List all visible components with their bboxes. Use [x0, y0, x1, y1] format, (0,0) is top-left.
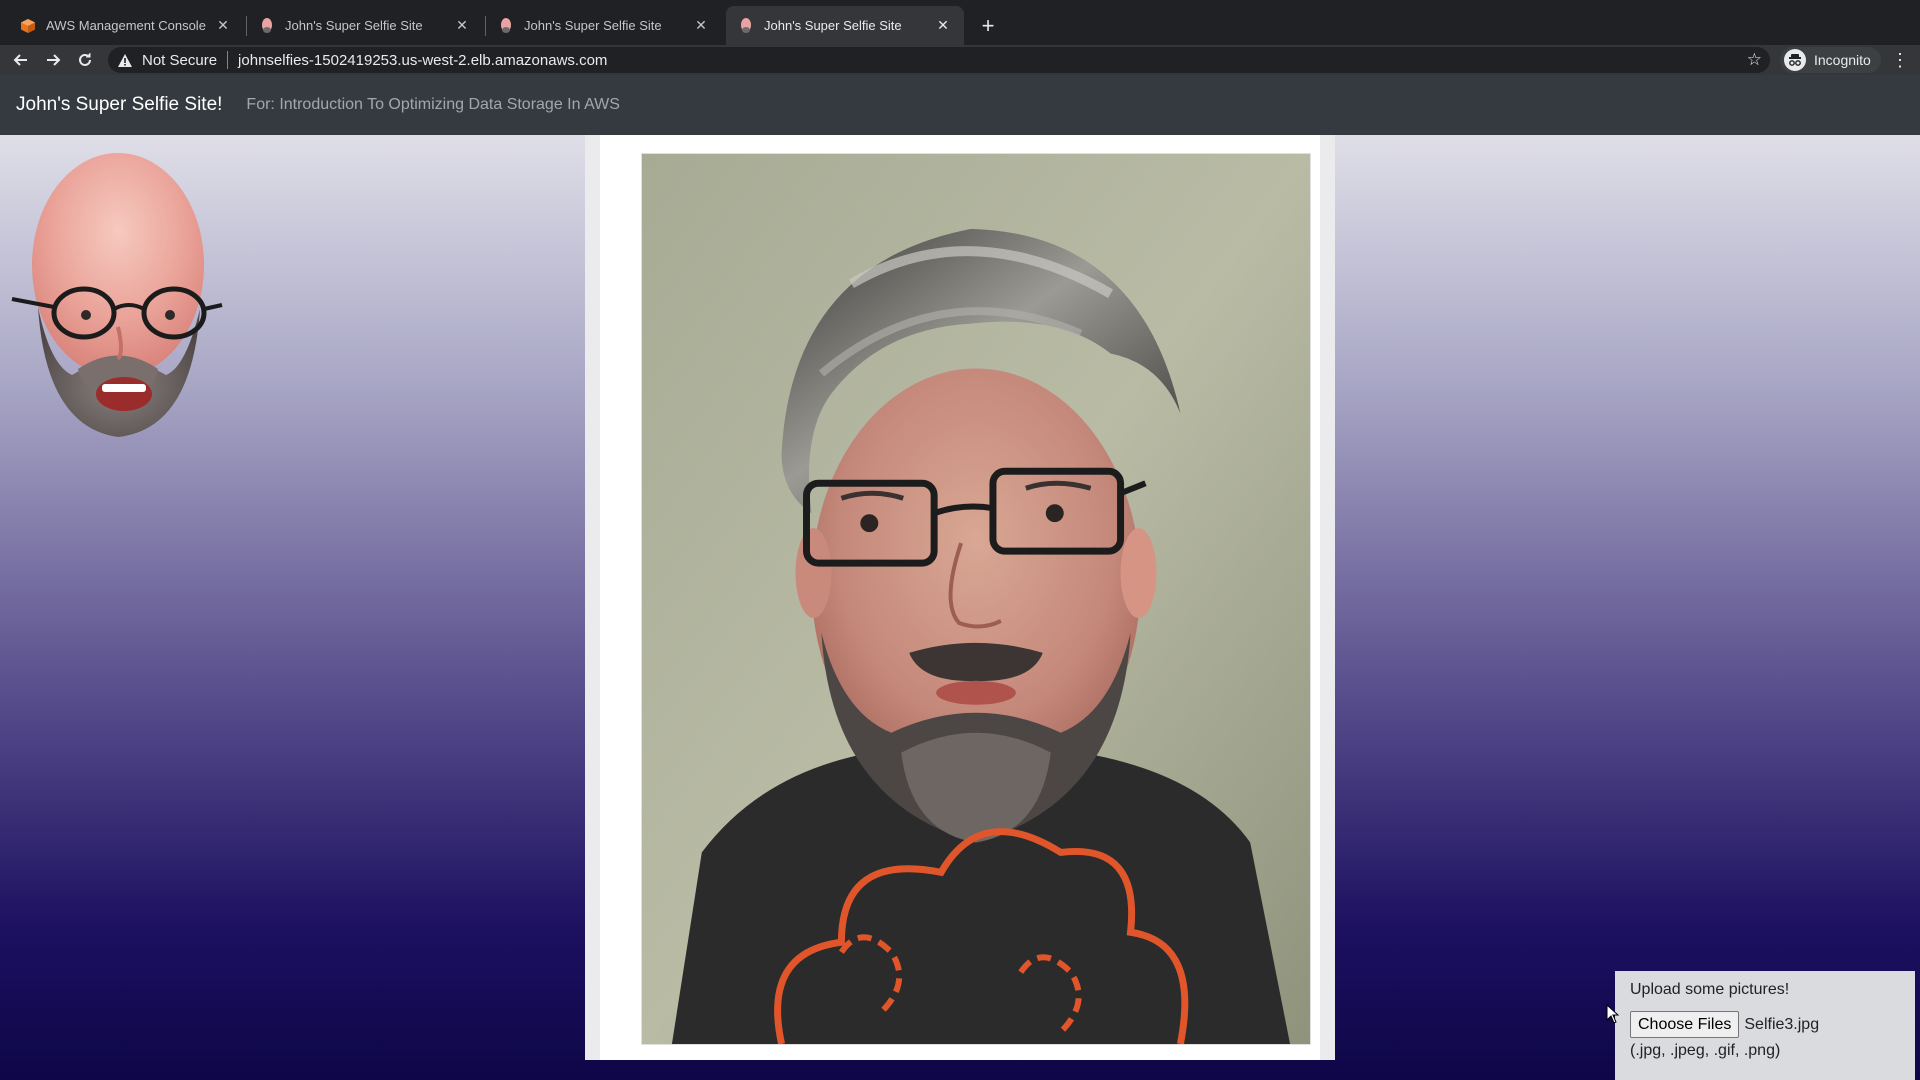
accepted-file-types: (.jpg, .jpeg, .gif, .png) [1630, 1042, 1781, 1059]
browser-toolbar: Not Secure johnselfies-1502419253.us-wes… [0, 45, 1920, 75]
tab-label: AWS Management Console [46, 18, 206, 33]
tab-selfie-3-active[interactable]: John's Super Selfie Site ✕ [726, 6, 964, 45]
security-status[interactable]: Not Secure [142, 52, 217, 69]
site-subtitle: For: Introduction To Optimizing Data Sto… [246, 96, 620, 113]
back-button[interactable] [8, 47, 34, 73]
tab-aws-console[interactable]: AWS Management Console ✕ [8, 6, 244, 45]
site-navbar: John's Super Selfie Site! For: Introduct… [0, 75, 1920, 135]
mouse-cursor-icon [1606, 1004, 1620, 1024]
page-content: John's Super Selfie Site! For: Introduct… [0, 75, 1920, 1080]
back-arrow-icon [13, 54, 27, 66]
url-text[interactable]: johnselfies-1502419253.us-west-2.elb.ama… [238, 52, 607, 69]
selfie-photo[interactable] [641, 153, 1311, 1045]
photo-card [600, 135, 1320, 1060]
tab-selfie-1[interactable]: John's Super Selfie Site ✕ [247, 6, 483, 45]
tab-strip: AWS Management Console ✕ John's Super Se… [0, 0, 1920, 45]
forward-button[interactable] [40, 47, 66, 73]
avatar-head-image [11, 153, 223, 437]
forward-arrow-icon [47, 54, 61, 66]
aws-cube-icon [20, 18, 36, 34]
close-tab-icon[interactable]: ✕ [934, 17, 952, 35]
upload-title: Upload some pictures! [1630, 981, 1790, 998]
selfie-favicon [498, 17, 514, 34]
omnibox-divider [227, 51, 229, 69]
close-tab-icon[interactable]: ✕ [453, 17, 471, 35]
site-brand[interactable]: John's Super Selfie Site! [16, 94, 222, 116]
selfie-favicon [738, 17, 754, 34]
selfie-favicon [259, 17, 275, 34]
close-tab-icon[interactable]: ✕ [214, 17, 232, 35]
selected-file-name: Selfie3.jpg [1744, 1015, 1820, 1033]
reload-icon [79, 53, 91, 66]
address-bar[interactable]: Not Secure johnselfies-1502419253.us-wes… [108, 47, 1770, 73]
incognito-icon [1784, 49, 1806, 71]
tab-label: John's Super Selfie Site [524, 18, 662, 33]
reload-button[interactable] [72, 47, 98, 73]
upload-panel: Upload some pictures! Choose Files Selfi… [1615, 971, 1915, 1080]
new-tab-button[interactable]: + [974, 12, 1002, 40]
tab-label: John's Super Selfie Site [285, 18, 423, 33]
incognito-profile-button[interactable]: Incognito [1780, 47, 1881, 73]
bookmark-star-icon[interactable]: ☆ [1747, 50, 1762, 70]
choose-files-button[interactable]: Choose Files [1630, 1011, 1740, 1038]
tab-label: John's Super Selfie Site [764, 18, 902, 33]
warning-triangle-icon[interactable] [118, 53, 136, 67]
incognito-label: Incognito [1814, 52, 1871, 68]
tab-selfie-2[interactable]: John's Super Selfie Site ✕ [486, 6, 722, 45]
close-tab-icon[interactable]: ✕ [692, 17, 710, 35]
browser-menu-icon[interactable]: ⋮ [1888, 47, 1912, 73]
photo-column [585, 135, 1335, 1060]
